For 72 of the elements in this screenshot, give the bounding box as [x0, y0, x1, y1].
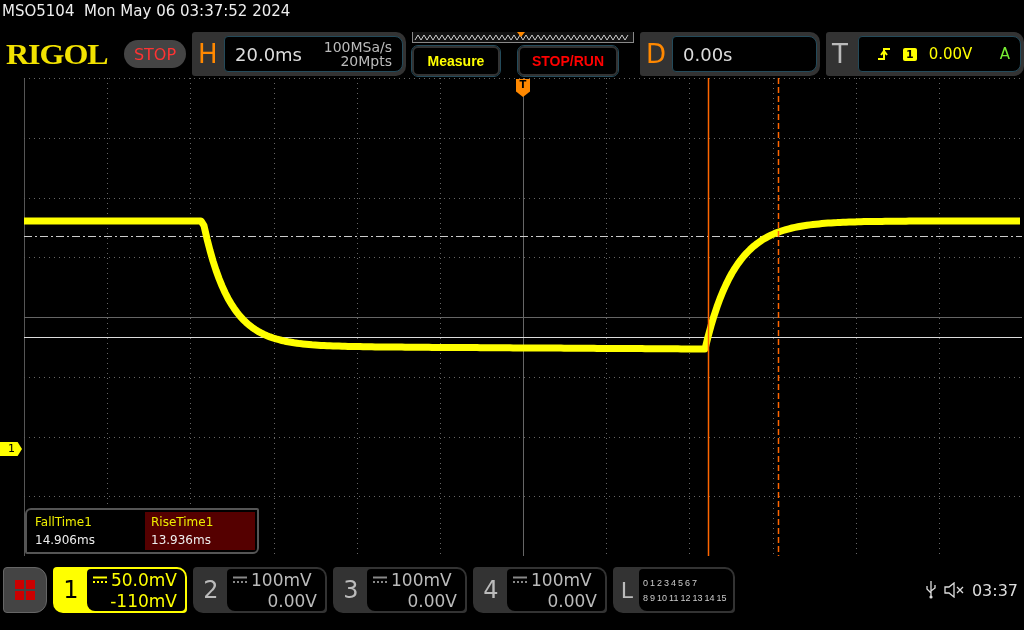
logic-channel-number: 3: [664, 577, 670, 588]
channel-box[interactable]: 4 100mV 0.00V: [473, 567, 607, 613]
trigger-display[interactable]: 1 0.00V A: [858, 36, 1021, 72]
channel-scale: 100mV: [251, 569, 313, 590]
delay-display[interactable]: 0.00s: [672, 36, 817, 72]
measurement-cell[interactable]: FallTime1 14.906ms: [29, 512, 139, 550]
measurement-name: RiseTime1: [151, 515, 215, 529]
logic-channel-number: 9: [650, 592, 656, 603]
channel-box[interactable]: 2 100mV 0.00V: [193, 567, 327, 613]
logic-channel-number: 6: [685, 577, 691, 588]
sample-rate: 100MSa/s: [323, 40, 392, 54]
timebase-display[interactable]: 20.0ms 100MSa/s 20Mpts: [224, 36, 403, 72]
measurement-cell[interactable]: RiseTime1 13.936ms: [145, 512, 255, 550]
measurement-value: 13.936ms: [151, 533, 212, 547]
dc-coupling-icon: [373, 575, 387, 584]
measurement-name: FallTime1: [35, 515, 93, 529]
channel-number: 2: [202, 575, 220, 606]
channel-offset: 0.00V: [546, 590, 597, 611]
trigger-source: 1: [903, 47, 917, 61]
speaker-muted-icon[interactable]: [943, 582, 964, 598]
logic-channel-number: 13: [692, 592, 703, 603]
logic-box[interactable]: L 0 1 2 3 4 5 6 7 8 9 10 11 12 13 14 15: [613, 567, 735, 613]
menu-button[interactable]: [3, 567, 47, 613]
logic-channel-number: 12: [680, 592, 691, 603]
channel-number: 3: [342, 575, 360, 606]
channel-number: 1: [62, 575, 80, 606]
timebase-value: 20.0ms: [235, 43, 302, 65]
logic-channel-number: 4: [671, 577, 677, 588]
dashed-cursor-line[interactable]: [777, 78, 780, 556]
channel-offset: -110mV: [109, 590, 177, 611]
delay-value: 0.00s: [683, 43, 733, 65]
channel-scale: 50.0mV: [110, 569, 177, 590]
trigger-label: T: [832, 39, 849, 69]
channel-box[interactable]: 1 50.0mV -110mV: [53, 567, 187, 613]
channel-scale: 100mV: [391, 569, 453, 590]
channel-offset: 0.00V: [266, 590, 317, 611]
dc-coupling-icon: [233, 575, 247, 584]
channel-box[interactable]: 3 100mV 0.00V: [333, 567, 467, 613]
dc-coupling-icon: [92, 575, 107, 584]
trigger-position-marker[interactable]: T: [516, 79, 530, 97]
logic-channel-number: 14: [704, 592, 715, 603]
channel-marker[interactable]: 1: [0, 442, 22, 456]
channel-number: 4: [482, 575, 500, 606]
cursor-line[interactable]: [707, 78, 710, 556]
trigger-level: 0.00V: [928, 45, 973, 63]
logic-channel-number: 2: [657, 577, 663, 588]
logic-channel-number: 7: [692, 577, 698, 588]
logic-channel-number: 11: [669, 592, 679, 603]
measure-button[interactable]: Measure: [412, 46, 500, 76]
horizontal-label: H: [198, 39, 218, 69]
logic-channel-number: 1: [650, 577, 656, 588]
logic-channel-number: 0: [643, 577, 648, 588]
clock-time: 03:37: [971, 580, 1018, 600]
usb-icon: [925, 581, 936, 599]
logic-channel-number: 8: [643, 592, 648, 603]
brand-logo: RIGOL: [6, 36, 109, 72]
stop-run-button[interactable]: STOP/RUN: [518, 46, 618, 76]
trigger-mode: A: [999, 45, 1010, 63]
run-state-indicator: STOP: [124, 40, 186, 68]
delay-label: D: [646, 39, 666, 69]
rising-edge-icon: [877, 47, 891, 61]
grid-icon: [15, 580, 35, 600]
memory-depth: 20Mpts: [340, 54, 392, 68]
channel-scale: 100mV: [531, 569, 593, 590]
device-title: MSO5104 Mon May 06 03:37:52 2024: [2, 2, 291, 20]
logic-channel-number: 15: [716, 592, 727, 603]
measurement-value: 14.906ms: [35, 533, 96, 547]
logic-channel-number: 5: [678, 577, 684, 588]
logic-label: L: [619, 576, 635, 605]
dc-coupling-icon: [513, 575, 527, 584]
channel-offset: 0.00V: [406, 590, 457, 611]
logic-channel-number: 10: [657, 592, 668, 603]
